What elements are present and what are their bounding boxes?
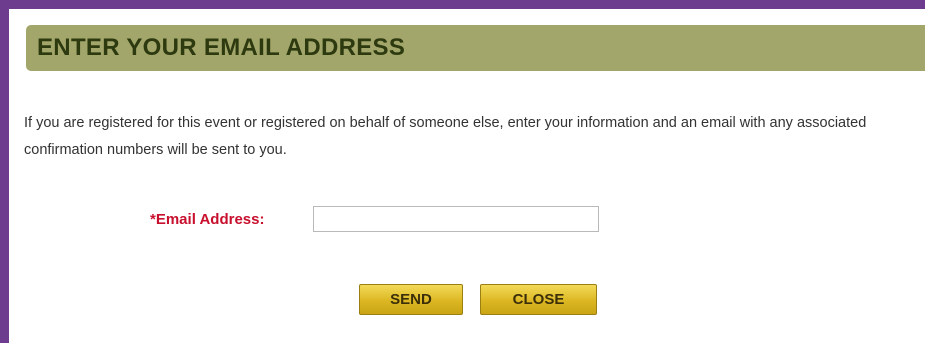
dialog-title: ENTER YOUR EMAIL ADDRESS xyxy=(37,34,406,61)
email-field[interactable] xyxy=(313,206,599,232)
instructions-text: If you are registered for this event or … xyxy=(24,115,867,158)
send-button[interactable]: SEND xyxy=(359,284,463,315)
close-button[interactable]: CLOSE xyxy=(480,284,597,315)
dialog-header: ENTER YOUR EMAIL ADDRESS xyxy=(26,25,925,71)
email-label: *Email Address: xyxy=(150,211,265,228)
